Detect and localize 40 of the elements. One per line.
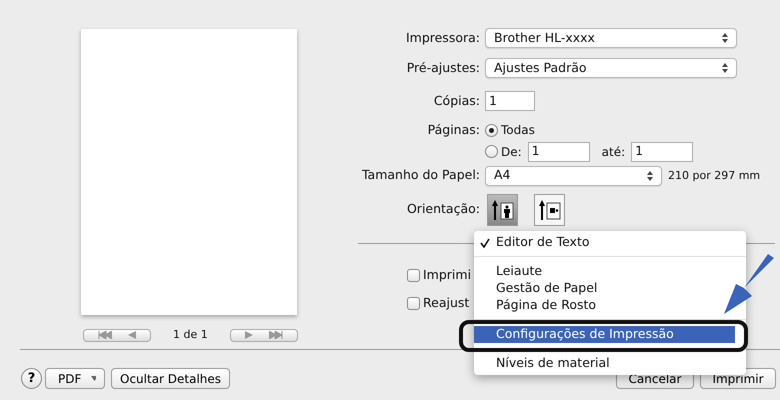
field-label: até:	[602, 144, 626, 161]
radio-button[interactable]	[485, 124, 498, 137]
stepper-arrows-icon	[722, 33, 728, 43]
portrait-button[interactable]	[487, 194, 518, 226]
radio-label: De:	[501, 144, 522, 161]
pdf-button[interactable]: PDF	[45, 368, 105, 389]
to-page-field[interactable]: 1	[631, 142, 694, 162]
stepper-arrows-icon	[722, 63, 728, 73]
menu-item[interactable]: Editor de Texto	[474, 234, 746, 251]
checkbox[interactable]	[407, 296, 420, 310]
presets-popup[interactable]: Ajustes Padrão	[485, 58, 737, 78]
paper-size-popup[interactable]: A4	[485, 166, 662, 186]
checkbox[interactable]	[407, 268, 420, 282]
paper-dimensions: 210 por 297 mm	[668, 168, 760, 184]
field-label: Impressora:	[404, 28, 481, 47]
menu-item[interactable]: Gestão de Papel	[474, 280, 746, 297]
stepper-arrows-icon	[647, 170, 653, 181]
field-label: Orientação:	[406, 200, 481, 218]
radio-label: Todas	[501, 122, 535, 140]
page-back-buttons[interactable]	[83, 328, 151, 342]
menu-item[interactable]: Configurações de Impressão	[474, 326, 735, 343]
checkbox-label: Imprimi	[423, 266, 472, 284]
copies-field[interactable]: 1	[485, 91, 535, 111]
hide-details-button[interactable]: Ocultar Detalhes	[111, 368, 230, 389]
field-label: Tamanho do Papel:	[360, 166, 481, 184]
printer-popup[interactable]: Brother HL-xxxx	[485, 28, 737, 48]
field-label: Cópias:	[432, 92, 481, 110]
check-icon	[480, 238, 490, 248]
checkbox-label: Reajust	[423, 294, 470, 312]
from-page-field[interactable]: 1	[528, 142, 590, 162]
menu-item[interactable]: Leiaute	[474, 263, 746, 280]
help-button[interactable]: ?	[21, 368, 42, 389]
menu-item[interactable]: Página de Rosto	[474, 297, 746, 314]
landscape-button[interactable]	[534, 194, 565, 226]
page-forward-buttons[interactable]	[230, 328, 298, 342]
caret-icon	[91, 376, 96, 381]
page-count: 1 de 1	[173, 327, 208, 343]
field-label: Pré-ajustes:	[406, 58, 481, 77]
radio-button[interactable]	[485, 145, 498, 158]
field-label: Páginas:	[426, 121, 481, 139]
